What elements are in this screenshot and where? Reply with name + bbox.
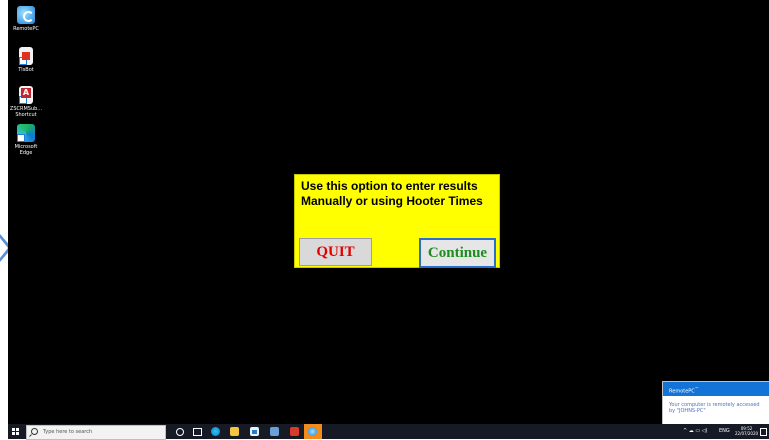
cortana-icon[interactable]: [176, 428, 184, 436]
file-explorer-icon[interactable]: [230, 427, 239, 436]
action-center-icon[interactable]: [760, 428, 767, 436]
results-entry-dialog: Use this option to enter results Manuall…: [294, 174, 500, 268]
continue-button[interactable]: Continue: [419, 238, 496, 268]
network-drive-icon[interactable]: [270, 427, 279, 436]
clock[interactable]: 09:52 22/07/2020: [735, 426, 758, 436]
search-icon: [31, 428, 38, 435]
remotepc-icon: [17, 6, 35, 24]
desktop-icon-label: Microsoft Edge: [14, 144, 38, 156]
screenshot-frame: RemotePC TlsBot ZSCRMSub... Shortcut Mic…: [0, 0, 769, 440]
desktop-icon-tlsbot[interactable]: TlsBot: [9, 47, 43, 73]
desktop-icon-remotepc[interactable]: RemotePC: [9, 6, 43, 32]
notification-message: Your computer is remotely accessed by "J…: [669, 402, 760, 414]
notification-header: RemotePC™: [663, 382, 769, 396]
document-icon: [19, 47, 33, 65]
sidebar-expand-arrow-inner: [0, 238, 8, 258]
windows-start-icon[interactable]: [12, 428, 20, 436]
tray-status-icons[interactable]: ^ ☁ ▭ ◁): [683, 424, 707, 439]
desktop-icon-edge[interactable]: Microsoft Edge: [9, 124, 43, 156]
taskbar: Type here to search ^ ☁ ▭ ◁) ENG 09:52 2…: [8, 424, 769, 440]
dialog-message: Use this option to enter results Manuall…: [301, 179, 497, 209]
quit-button[interactable]: QUIT: [299, 238, 372, 266]
store-icon[interactable]: [250, 427, 259, 436]
remotepc-taskbar-icon[interactable]: [308, 427, 317, 436]
task-view-icon[interactable]: [193, 428, 202, 436]
dialog-message-line-1: Use this option to enter results: [301, 179, 478, 193]
notification-title-mark: ™: [694, 386, 699, 391]
taskbar-search-box[interactable]: Type here to search: [26, 425, 166, 440]
access-database-icon: [19, 86, 33, 104]
clock-date: 22/07/2020: [735, 431, 759, 436]
remotepc-notification[interactable]: RemotePC™ Your computer is remotely acce…: [662, 381, 769, 425]
system-tray: ^ ☁ ▭ ◁) ENG 09:52 22/07/2020: [669, 424, 769, 439]
dialog-message-line-2: Manually or using Hooter Times: [301, 194, 483, 208]
desktop-icon-label: TlsBot: [18, 67, 34, 73]
notification-title: RemotePC: [669, 388, 695, 395]
edge-icon: [17, 124, 35, 142]
search-placeholder: Type here to search: [43, 429, 93, 435]
desktop-icon-access-shortcut[interactable]: ZSCRMSub... Shortcut: [9, 86, 43, 118]
language-indicator[interactable]: ENG: [719, 424, 730, 439]
pdf-app-icon[interactable]: [290, 427, 299, 436]
edge-taskbar-icon[interactable]: [211, 427, 220, 436]
desktop-icon-label: RemotePC: [13, 26, 39, 32]
desktop-icon-label: ZSCRMSub... Shortcut: [9, 106, 43, 118]
